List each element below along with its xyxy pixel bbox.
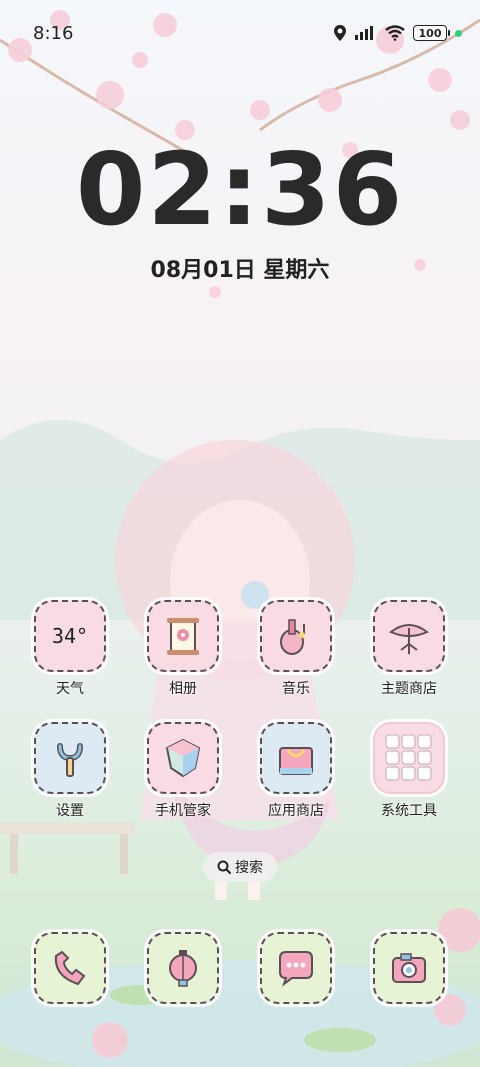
- search-button[interactable]: 搜索: [203, 852, 277, 882]
- app-label: 系统工具: [381, 803, 437, 819]
- dock-browser[interactable]: [128, 932, 238, 1004]
- app-gallery[interactable]: 相册: [128, 600, 238, 698]
- battery-icon: 100: [413, 25, 450, 41]
- app-label: 天气: [56, 681, 84, 697]
- wifi-icon: [385, 25, 405, 41]
- camera-icon[interactable]: [373, 932, 445, 1004]
- weather-icon[interactable]: 34°: [34, 600, 106, 672]
- app-label: 音乐: [282, 681, 310, 697]
- app-label: 设置: [56, 803, 84, 819]
- weather-temp: 34°: [51, 624, 89, 648]
- location-icon: [334, 25, 346, 41]
- messages-icon[interactable]: [260, 932, 332, 1004]
- shield-icon: [165, 738, 201, 778]
- music-icon[interactable]: [260, 600, 332, 672]
- clock: 02:36: [75, 131, 405, 248]
- status-time: 8:16: [33, 22, 74, 44]
- dock-messages[interactable]: [241, 932, 351, 1004]
- shopping-bag-icon: [279, 747, 313, 775]
- theme-store-icon[interactable]: [373, 600, 445, 672]
- scroll-icon: [167, 618, 199, 655]
- status-icons: 100: [333, 24, 462, 42]
- date: 08月01日 星期六: [150, 258, 330, 283]
- settings-icon[interactable]: [34, 722, 106, 794]
- app-label: 手机管家: [155, 803, 211, 819]
- app-theme-store[interactable]: 主题商店: [354, 600, 464, 698]
- signal-icon: [355, 26, 373, 40]
- app-weather[interactable]: 34° 天气: [15, 600, 125, 698]
- lantern-icon: [169, 950, 197, 987]
- status-bar: 8:16 100: [0, 0, 480, 66]
- phone-manager-icon[interactable]: [147, 722, 219, 794]
- privacy-indicator: [455, 29, 462, 37]
- folder-grid-icon: [385, 734, 432, 781]
- wrench-icon: [57, 743, 83, 777]
- gallery-icon[interactable]: [147, 600, 219, 672]
- phone-icon[interactable]: [34, 932, 106, 1004]
- folder-system-tools[interactable]: 系统工具: [354, 722, 464, 820]
- app-label: 主题商店: [381, 681, 437, 697]
- search-icon: [217, 860, 231, 874]
- telephone-icon: [54, 950, 86, 986]
- system-tools-folder[interactable]: [373, 722, 445, 794]
- search-label: 搜索: [235, 860, 263, 876]
- app-label: 相册: [169, 681, 197, 697]
- camera-body-icon: [392, 953, 426, 983]
- app-app-store[interactable]: 应用商店: [241, 722, 351, 820]
- app-store-icon[interactable]: [260, 722, 332, 794]
- pipa-icon: [280, 619, 305, 655]
- app-phone-manager[interactable]: 手机管家: [128, 722, 238, 820]
- chat-bubble-icon: [279, 951, 313, 987]
- kite-icon: [389, 624, 429, 654]
- browser-lantern-icon[interactable]: [147, 932, 219, 1004]
- app-music[interactable]: 音乐: [241, 600, 351, 698]
- dock-phone[interactable]: [15, 932, 125, 1004]
- dock-camera[interactable]: [354, 932, 464, 1004]
- app-label: 应用商店: [268, 803, 324, 819]
- app-settings[interactable]: 设置: [15, 722, 125, 820]
